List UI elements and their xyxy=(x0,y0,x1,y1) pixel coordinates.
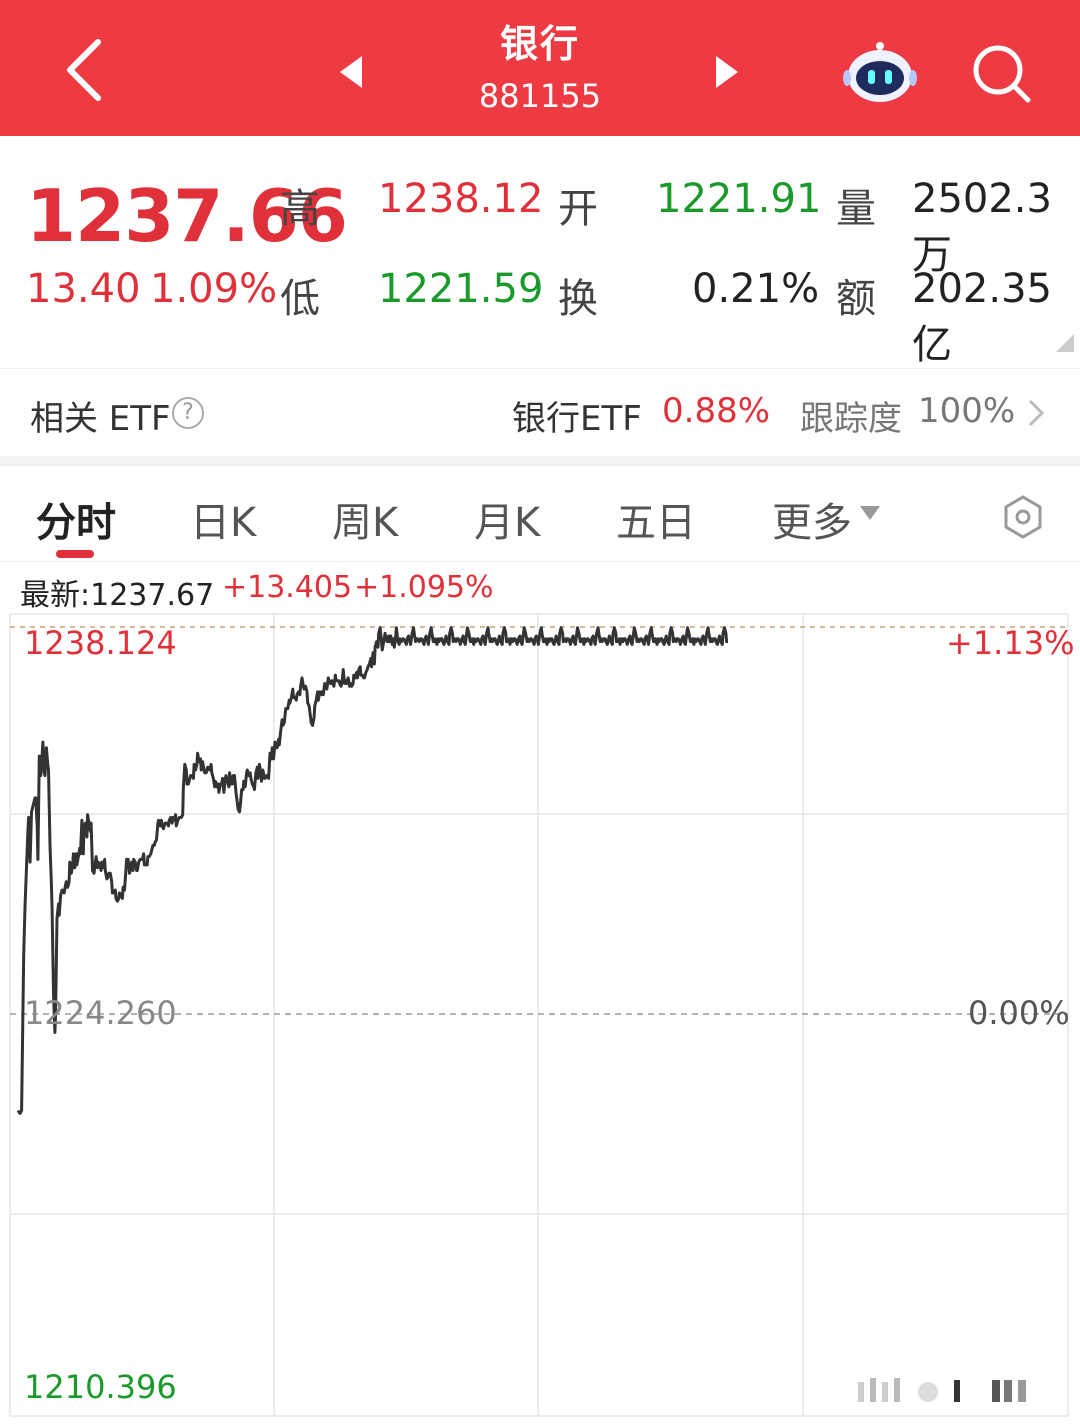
section-divider xyxy=(0,456,1080,466)
expand-corner-icon[interactable] xyxy=(1056,334,1074,352)
tab-daily-k[interactable]: 日K xyxy=(190,490,256,548)
pct-axis-max-label: +1.13% xyxy=(946,624,1075,662)
open-value: 1221.91 xyxy=(656,176,822,222)
turnover-value: 0.21% xyxy=(692,266,820,312)
amount-value: 202.35亿 xyxy=(912,266,1052,368)
amount-label: 额 xyxy=(836,276,876,322)
page-title: 银行 xyxy=(499,22,580,66)
related-etf-label: 相关 ETF xyxy=(30,399,171,439)
next-triangle-icon[interactable] xyxy=(704,50,748,94)
open-label: 开 xyxy=(558,186,598,232)
volume-label: 量 xyxy=(836,186,876,232)
quote-panel: 1237.66 13.40 1.09% 高 1238.12 开 1221.91 … xyxy=(0,136,1080,368)
tab-weekly-k[interactable]: 周K xyxy=(332,490,398,548)
low-value: 1221.59 xyxy=(378,266,544,312)
low-label: 低 xyxy=(280,276,320,322)
y-axis-baseline-label: 1224.260 xyxy=(24,994,177,1032)
dropdown-triangle-icon[interactable] xyxy=(860,506,880,520)
etf-change-pct: 0.88% xyxy=(662,391,771,431)
tracking-label: 跟踪度 xyxy=(800,399,902,439)
stock-code: 881155 xyxy=(478,77,602,115)
volume-value: 2502.3万 xyxy=(912,176,1052,278)
pct-axis-baseline-label: 0.00% xyxy=(968,994,1070,1032)
high-value: 1238.12 xyxy=(378,176,544,222)
tab-five-day[interactable]: 五日 xyxy=(616,490,696,548)
latest-price-label: 最新:1237.67 xyxy=(20,578,215,613)
header-bar: 银行 881155 xyxy=(0,0,1080,136)
y-axis-max-label: 1238.124 xyxy=(24,624,177,662)
etf-name: 银行ETF xyxy=(512,399,642,439)
chevron-right-icon[interactable] xyxy=(1024,397,1048,429)
settings-hexagon-icon[interactable] xyxy=(1000,494,1046,540)
y-axis-min-label: 1210.396 xyxy=(24,1368,177,1406)
watermark-logo xyxy=(858,1378,1026,1402)
related-etf-row[interactable]: 相关 ETF ? 银行ETF 0.88% 跟踪度 100% xyxy=(0,368,1080,456)
chart-tabs: 分时 日K 周K 月K 五日 更多 xyxy=(0,466,1080,562)
title-block: 银行 881155 xyxy=(390,14,690,118)
high-label: 高 xyxy=(280,186,320,232)
search-icon[interactable] xyxy=(966,38,1036,108)
price-line xyxy=(16,626,729,1115)
price-change-pct: 1.09% xyxy=(150,266,278,312)
intraday-chart[interactable]: 1238.124 +1.13% 1224.260 0.00% 1210.396 xyxy=(0,610,1080,1427)
back-arrow-icon[interactable] xyxy=(48,30,128,110)
active-tab-indicator xyxy=(56,550,94,558)
tab-more[interactable]: 更多 xyxy=(772,490,852,548)
robot-assistant-icon[interactable] xyxy=(842,38,918,106)
tab-intraday[interactable]: 分时 xyxy=(36,490,116,548)
tab-monthly-k[interactable]: 月K xyxy=(474,490,540,548)
turnover-label: 换 xyxy=(558,276,598,322)
price-change: 13.40 xyxy=(26,266,141,312)
help-icon[interactable]: ? xyxy=(172,397,204,429)
prev-triangle-icon[interactable] xyxy=(330,50,374,94)
tracking-value: 100% xyxy=(918,391,1016,431)
latest-change: +13.405 xyxy=(222,570,353,605)
latest-change-pct: +1.095% xyxy=(354,570,494,605)
